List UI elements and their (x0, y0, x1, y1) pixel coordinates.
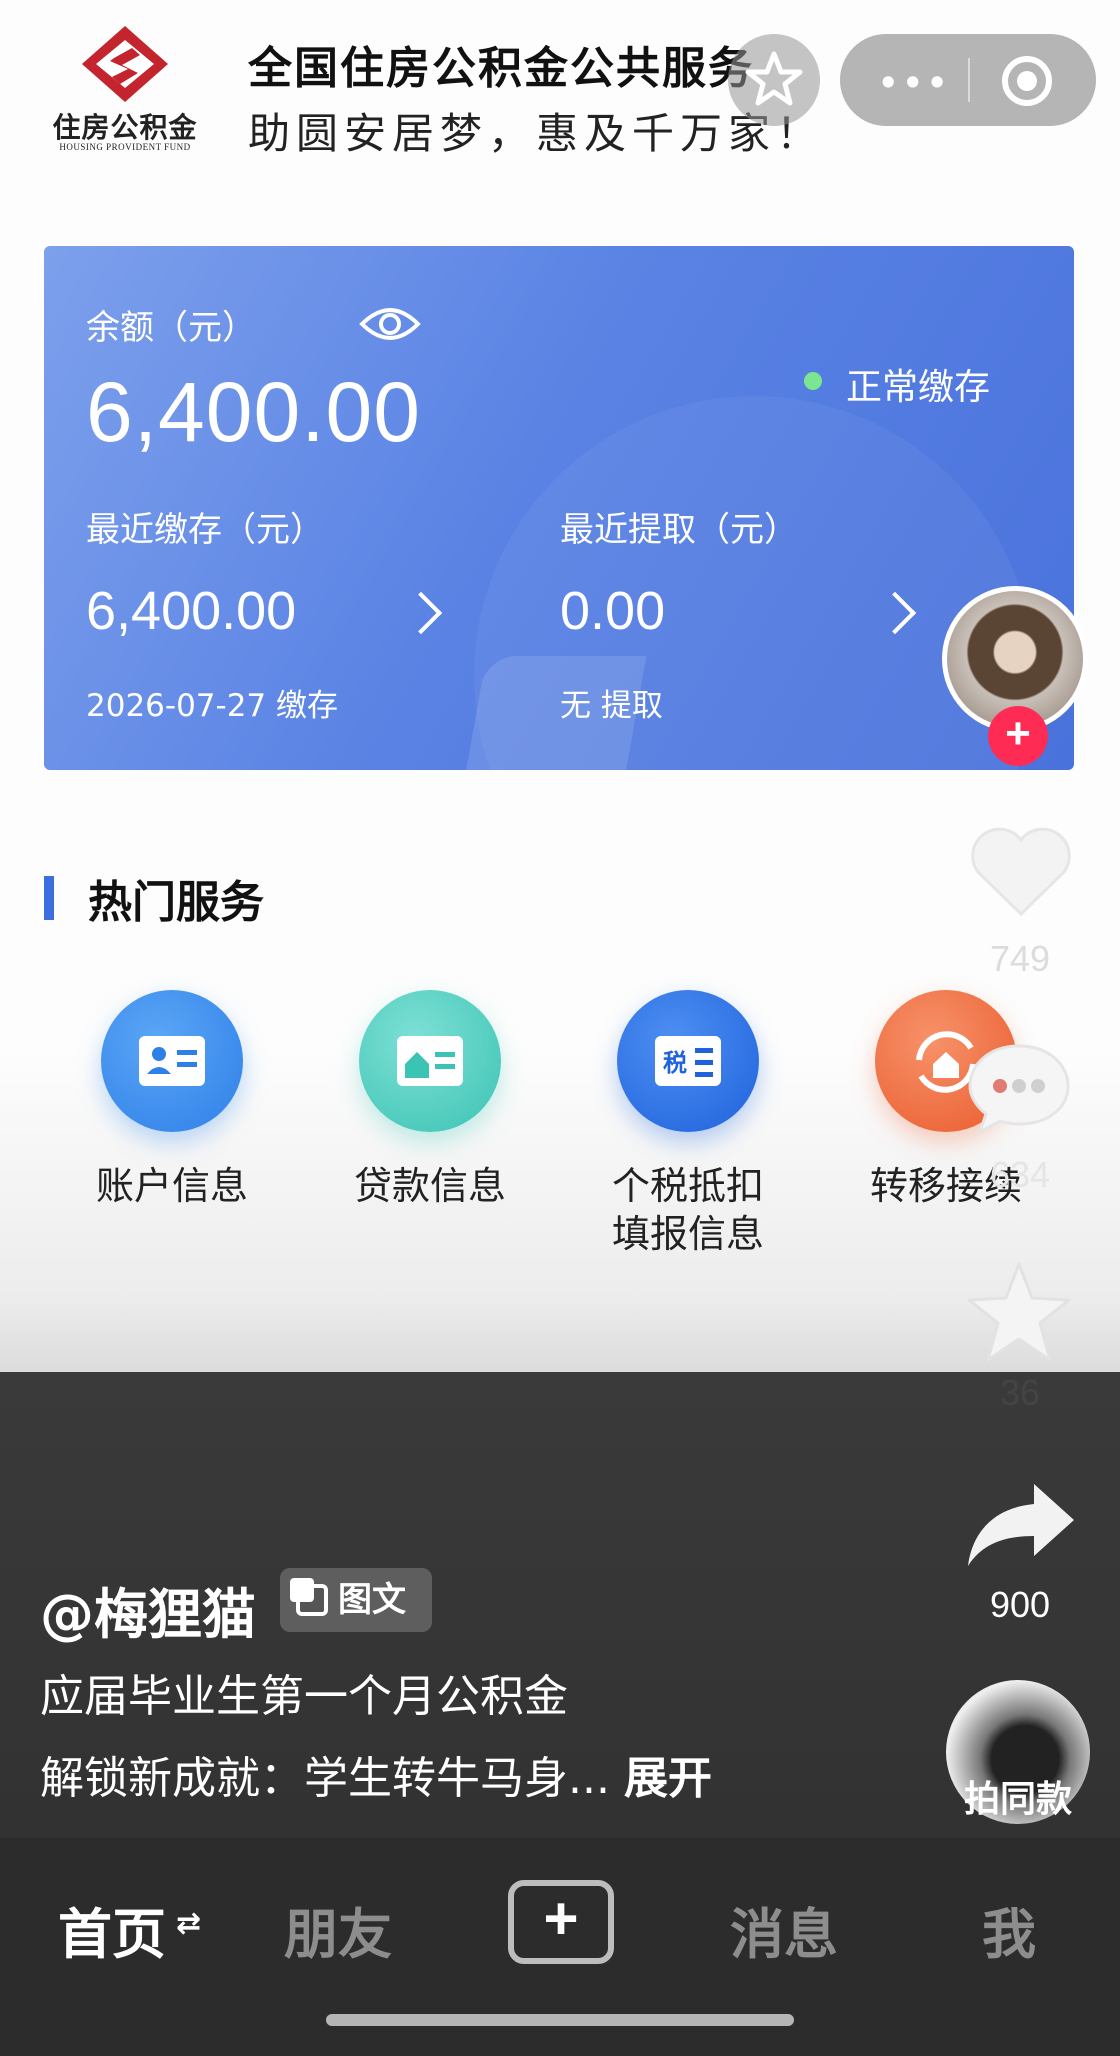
favorite-star-icon[interactable] (964, 1260, 1074, 1368)
screen: 住房公积金 HOUSING PROVIDENT FUND 全国住房公积金公共服务… (0, 0, 1120, 2056)
recent-withdraw-value[interactable]: 0.00 (560, 580, 665, 642)
nav-home[interactable]: 首页 (58, 1890, 166, 1969)
nav-me[interactable]: 我 (982, 1890, 1036, 1969)
recent-deposit-value[interactable]: 6,400.00 (86, 580, 296, 642)
recent-withdraw-note: 无 提取 (560, 688, 663, 724)
balance-value: 6,400.00 (86, 365, 421, 459)
image-text-badge: 图文 (280, 1568, 432, 1632)
caption-text: 解锁新成就：学生转牛马身... (40, 1753, 610, 1804)
logo-mark-icon (82, 26, 168, 102)
service-label: 贷款信息 (353, 1164, 506, 1208)
badge-label: 图文 (338, 1580, 406, 1620)
page-title: 全国住房公积金公共服务 (248, 43, 754, 94)
mini-program-header: 住房公积金 HOUSING PROVIDENT FUND 全国住房公积金公共服务… (0, 0, 1120, 180)
author-name[interactable]: @梅狸猫 (40, 1570, 256, 1649)
section-title: 热门服务 (88, 877, 264, 928)
follow-button[interactable]: + (988, 706, 1048, 766)
house-card-icon (359, 990, 501, 1132)
image-stack-icon (290, 1578, 328, 1616)
logo-text: 住房公积金 (52, 111, 198, 144)
capsule-menu: ••• (840, 34, 1096, 126)
close-miniprogram-icon[interactable] (1002, 56, 1052, 106)
favorite-count: 36 (999, 1372, 1041, 1413)
post-caption-line2: 解锁新成就：学生转牛马身... 展开 (40, 1742, 712, 1806)
service-label: 账户信息 (95, 1164, 248, 1208)
status-dot (804, 372, 822, 390)
recent-deposit-date: 2026-07-27 缴存 (86, 688, 339, 724)
capsule-divider (968, 58, 970, 102)
like-count: 749 (989, 938, 1051, 979)
status-text: 正常缴存 (846, 367, 991, 408)
same-style-label[interactable]: 拍同款 (946, 1770, 1090, 1822)
create-button[interactable]: + (508, 1880, 614, 1964)
share-count: 900 (989, 1584, 1051, 1625)
service-account-info[interactable]: 账户信息 (72, 990, 272, 1210)
favorite-button[interactable] (728, 34, 820, 126)
comment-icon[interactable] (966, 1040, 1072, 1136)
svg-text:税: 税 (663, 1049, 687, 1077)
star-outline-icon (745, 51, 803, 106)
eye-icon[interactable] (358, 302, 422, 346)
nav-messages[interactable]: 消息 (730, 1890, 838, 1969)
recent-withdraw-label: 最近提取（元） (560, 510, 798, 550)
expand-link[interactable]: 展开 (624, 1753, 712, 1804)
post-caption-line1: 应届毕业生第一个月公积金 (40, 1671, 568, 1722)
more-icon[interactable]: ••• (878, 64, 951, 102)
chevron-right-icon[interactable] (399, 591, 443, 635)
service-label: 个税抵扣 填报信息 (611, 1164, 764, 1256)
comment-count: 634 (989, 1154, 1051, 1195)
service-loan-info[interactable]: 贷款信息 (330, 990, 530, 1210)
id-card-icon (101, 990, 243, 1132)
section-accent-bar (44, 876, 54, 920)
housing-fund-logo: 住房公积金 HOUSING PROVIDENT FUND (40, 24, 210, 154)
share-icon[interactable] (964, 1478, 1078, 1570)
recent-deposit-label: 最近缴存（元） (86, 510, 324, 550)
logo-subtext: HOUSING PROVIDENT FUND (59, 142, 191, 152)
tax-icon: 税 (617, 990, 759, 1132)
account-card: 余额（元） 6,400.00 正常缴存 最近缴存（元） 6,400.00 202… (44, 246, 1074, 770)
switch-icon[interactable]: ⇄ (176, 1906, 201, 1941)
balance-label: 余额（元） (86, 308, 256, 348)
nav-friends[interactable]: 朋友 (284, 1890, 392, 1969)
service-tax-deduction[interactable]: 税 个税抵扣 填报信息 (588, 990, 788, 1258)
home-indicator (326, 2014, 794, 2026)
heart-icon[interactable] (966, 822, 1076, 922)
